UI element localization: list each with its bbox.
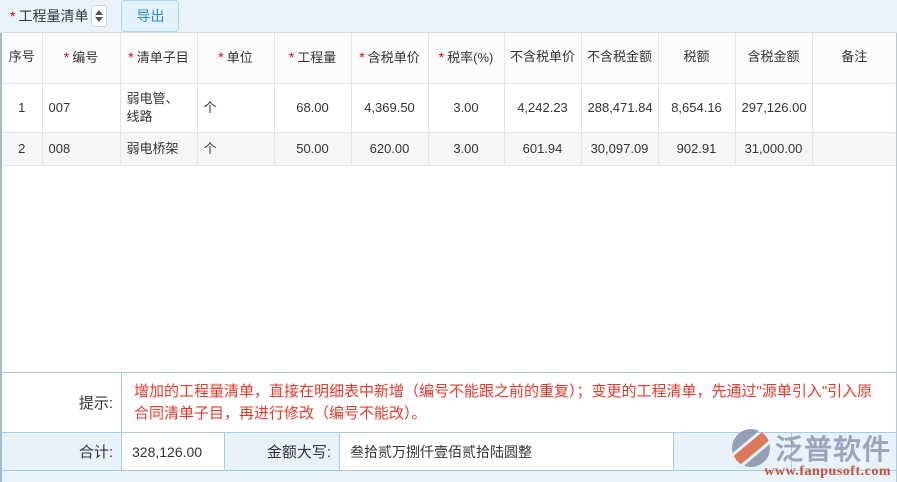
content-area: 序号 * 编号 * 清单子目 * 单位 * 工程量 * 含税单价 * 税率(%) 不含税单价 不含税金额 税额… (0, 33, 897, 482)
cell[interactable]: 288,471.84 (580, 82, 659, 133)
total-row-spacer (674, 433, 792, 470)
spinner-down-icon[interactable] (95, 17, 104, 22)
cell[interactable] (811, 82, 896, 133)
column-label: 序号 (8, 49, 35, 65)
column-header-4: * 工程量 (273, 33, 352, 84)
table-body: 1 007 弱电管、线路个 68.00 4,369.50 3.00 4,242.23 288,… (2, 82, 896, 166)
cell[interactable] (811, 131, 896, 166)
required-asterisk: * (288, 49, 295, 66)
cell[interactable]: 31,000.00 (734, 131, 813, 166)
column-label: 不含税单价 (509, 49, 575, 65)
cell[interactable]: 3.00 (427, 82, 505, 133)
cell[interactable]: 007 (41, 82, 121, 133)
hint-label: 提示: (2, 373, 122, 432)
column-label: 工程量 (297, 50, 337, 66)
cell[interactable]: 902.91 (657, 131, 736, 166)
column-label: 不含税金额 (586, 49, 652, 65)
required-asterisk: * (359, 49, 365, 66)
hint-text: 增加的工程量清单，直接在明细表中新增（编号不能跟之前的重复）；变更的工程清单，先… (134, 382, 873, 422)
column-label: 税率(%) (447, 50, 494, 66)
required-asterisk: * (128, 49, 134, 66)
total-value: 328,126.00 (122, 433, 225, 470)
column-label: 清单子目 (136, 50, 189, 66)
cell[interactable]: 4,242.23 (503, 82, 582, 133)
column-label: 含税金额 (747, 49, 800, 65)
total-label: 合计: (2, 433, 122, 470)
table-row-1[interactable]: 1 007 弱电管、线路个 68.00 4,369.50 3.00 4,242.23 288,… (2, 82, 896, 133)
cell[interactable]: 个 (196, 82, 275, 133)
required-asterisk: * (218, 49, 224, 66)
cell[interactable]: 50.00 (273, 131, 352, 166)
cell[interactable]: 68.00 (273, 82, 352, 133)
spinner-up-icon[interactable] (95, 10, 104, 15)
cell[interactable]: 4,369.50 (350, 82, 429, 133)
total-row-spacer (792, 433, 896, 470)
column-label: 备注 (841, 49, 868, 65)
column-header-8: 不含税金额 (580, 33, 659, 84)
cell[interactable]: 008 (41, 131, 121, 166)
cell[interactable]: 2 (2, 131, 43, 166)
column-header-1: * 编号 (41, 33, 121, 84)
column-header-5: * 含税单价 (350, 33, 429, 84)
cell[interactable]: 3.00 (427, 131, 505, 166)
column-header-6: * 税率(%) (427, 33, 505, 84)
total-row: 合计: 328,126.00 金额大写: 叁拾贰万捌仟壹佰贰拾陆圆整 (2, 432, 896, 470)
column-header-3: * 单位 (196, 33, 275, 84)
hint-row: 提示: 增加的工程量清单，直接在明细表中新增（编号不能跟之前的重复）；变更的工程… (2, 372, 896, 432)
page: * 工程量清单 导出 序号 * 编号 * 清单子目 * 单位 * 工程量 * 含税单价 * 税率(%) 不… (0, 0, 897, 482)
required-asterisk: * (438, 49, 445, 66)
cell[interactable]: 297,126.00 (734, 82, 813, 133)
required-asterisk: * (10, 8, 16, 24)
column-header-9: 税额 (657, 33, 736, 84)
cell[interactable]: 弱电桥架 (119, 131, 198, 166)
column-header-10: 含税金额 (734, 33, 813, 84)
cell[interactable]: 620.00 (350, 131, 429, 166)
export-button[interactable]: 导出 (121, 0, 180, 32)
column-label: 编号 (72, 50, 99, 66)
required-asterisk: * (63, 49, 70, 66)
amount-words-label: 金额大写: (225, 433, 340, 470)
bottom-strip (2, 470, 896, 482)
cell[interactable]: 30,097.09 (580, 131, 659, 166)
column-header-11: 备注 (811, 33, 896, 84)
toolbar: * 工程量清单 导出 (0, 0, 897, 33)
column-label: 含税单价 (367, 50, 420, 66)
cell[interactable]: 个 (196, 131, 275, 166)
column-label: 单位 (226, 50, 253, 66)
column-header-0: 序号 (2, 33, 43, 84)
header-row: 序号 * 编号 * 清单子目 * 单位 * 工程量 * 含税单价 * 税率(%) 不含税单价 不含税金额 税额… (2, 33, 896, 84)
cell[interactable]: 601.94 (503, 131, 582, 166)
quantity-table: 序号 * 编号 * 清单子目 * 单位 * 工程量 * 含税单价 * 税率(%) 不含税单价 不含税金额 税额… (2, 33, 896, 166)
column-header-2: * 清单子目 (119, 33, 198, 84)
amount-words-value: 叁拾贰万捌仟壹佰贰拾陆圆整 (340, 433, 674, 470)
column-header-7: 不含税单价 (503, 33, 582, 84)
cell[interactable]: 弱电管、线路 (119, 82, 198, 133)
table-row-2[interactable]: 2 008 弱电桥架个 50.00 620.00 3.00 601.94 30,097.09 9… (2, 131, 896, 166)
field-spinner[interactable] (91, 5, 108, 27)
column-label: 税额 (683, 49, 710, 65)
cell[interactable]: 8,654.16 (657, 82, 736, 133)
cell[interactable]: 1 (2, 82, 43, 133)
grid-area: 序号 * 编号 * 清单子目 * 单位 * 工程量 * 含税单价 * 税率(%) 不含税单价 不含税金额 税额… (2, 33, 896, 372)
field-label: 工程量清单 (18, 8, 89, 24)
